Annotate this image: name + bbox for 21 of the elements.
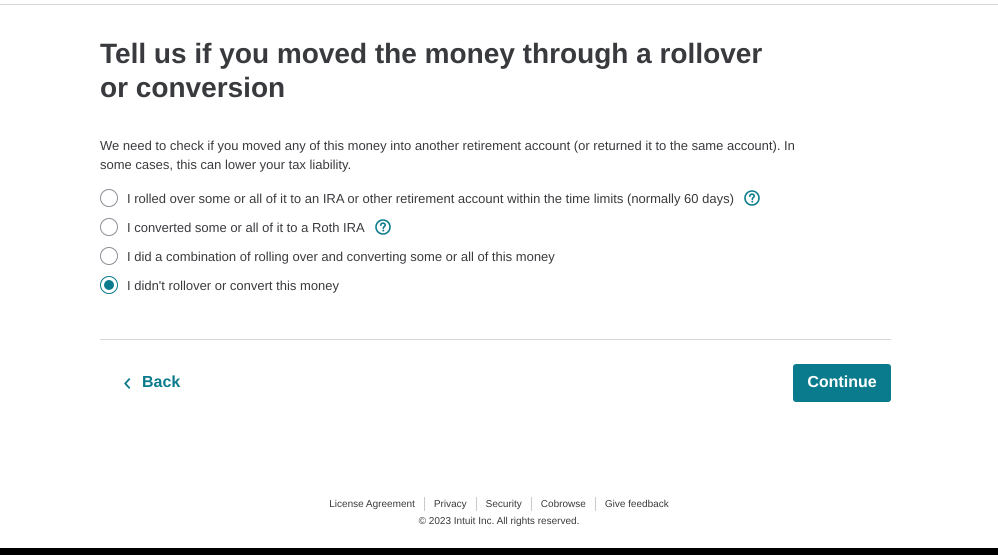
footer-link[interactable]: Privacy bbox=[434, 498, 467, 510]
continue-button[interactable]: Continue bbox=[793, 364, 891, 402]
back-button[interactable]: Back bbox=[100, 366, 180, 400]
page-title: Tell us if you moved the money through a rollover or conversion bbox=[100, 37, 764, 105]
radio-button[interactable] bbox=[100, 218, 118, 236]
radio-button[interactable] bbox=[100, 247, 118, 265]
help-icon[interactable] bbox=[374, 219, 391, 235]
chevron-left-icon bbox=[123, 376, 132, 390]
radio-button[interactable] bbox=[100, 189, 118, 207]
copyright: © 2023 Intuit Inc. All rights reserved. bbox=[418, 516, 580, 527]
footer-link[interactable]: Give feedback bbox=[604, 498, 669, 510]
option-label[interactable]: I rolled over some or all of it to an IRA or other retirement account within the time limits (normally 60 days) bbox=[127, 190, 734, 206]
help-icon[interactable] bbox=[744, 190, 760, 206]
option-label[interactable]: I converted some or all of it to a Roth IRA bbox=[127, 220, 365, 234]
option-label[interactable]: I didn't rollover or convert this money bbox=[127, 278, 340, 292]
description: We need to check if you moved any of this money into another retirement account (or returned it to the same account). In some cases, this can lower your tax liability. bbox=[100, 137, 796, 174]
footer-link[interactable]: Cobrowse bbox=[540, 498, 586, 510]
option-label[interactable]: I did a combination of rolling over and converting some or all of this money bbox=[127, 248, 555, 264]
footer-link[interactable]: Security bbox=[486, 498, 522, 510]
radio-button[interactable] bbox=[100, 276, 118, 294]
footer-link[interactable]: License Agreement bbox=[329, 498, 415, 510]
